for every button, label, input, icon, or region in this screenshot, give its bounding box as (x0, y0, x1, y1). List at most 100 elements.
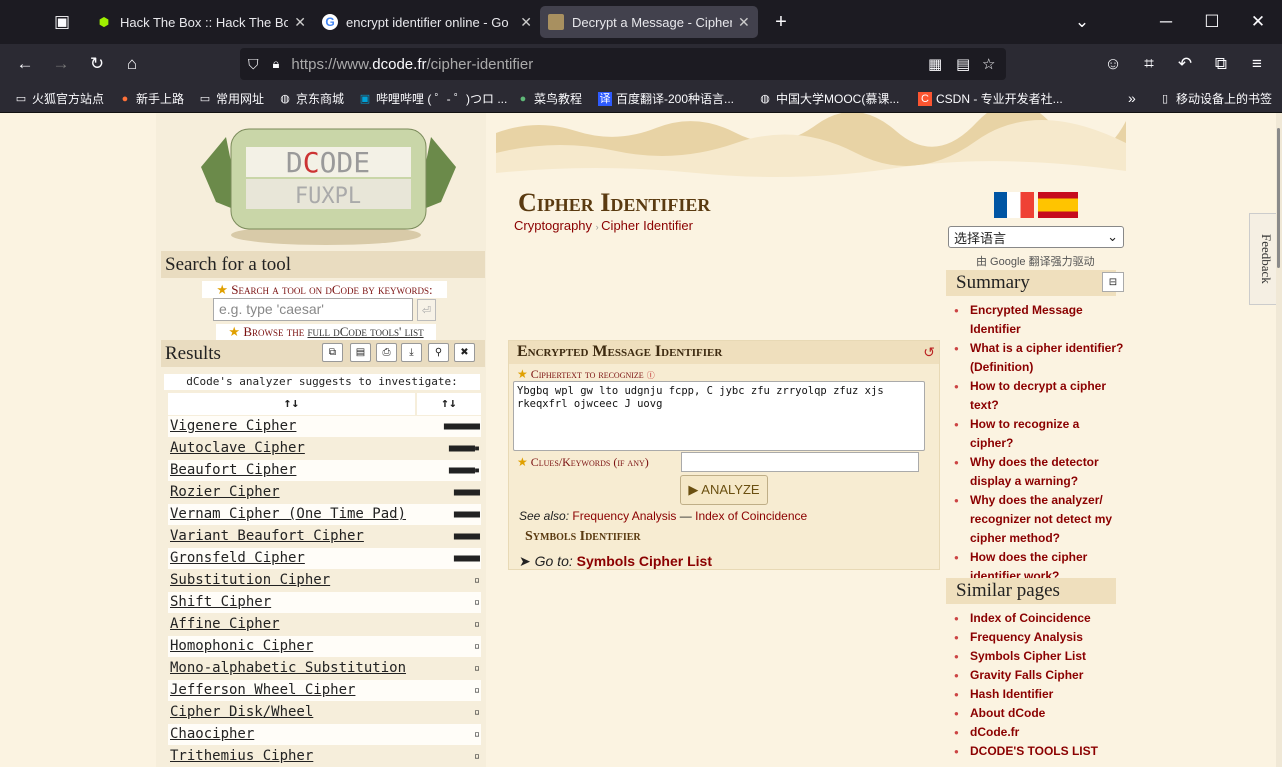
clues-input[interactable] (681, 452, 919, 472)
list-item[interactable]: What is a cipher identifier? (Definition… (954, 339, 1124, 377)
table-row[interactable]: Vigenere Cipher ■■■■■■■ (168, 415, 481, 438)
list-item[interactable]: How to recognize a cipher? (954, 415, 1124, 453)
table-row[interactable]: Shift Cipher ▫ (168, 591, 481, 614)
breadcrumb-cryptography[interactable]: Cryptography (514, 218, 592, 233)
list-item[interactable]: Encrypted Message Identifier (954, 301, 1124, 339)
home-icon[interactable]: ⌂ (118, 50, 146, 78)
tab-google[interactable]: G encrypt identifier online - Go ✕ (314, 6, 540, 38)
table-row[interactable]: Substitution Cipher ▫ (168, 569, 481, 592)
cipher-result-link[interactable]: Affine Cipher (168, 613, 416, 636)
extensions-icon[interactable]: ⧉ (1207, 50, 1235, 78)
cipher-result-link[interactable]: Jefferson Wheel Cipher (168, 679, 416, 702)
search-go-button[interactable]: ⏎ (417, 299, 436, 321)
breadcrumb-current[interactable]: Cipher Identifier (601, 218, 693, 233)
table-row[interactable]: Autoclave Cipher ■■■■■▪ (168, 437, 481, 460)
cipher-result-link[interactable]: Substitution Cipher (168, 569, 416, 592)
list-item[interactable]: Why does the analyzer/ recognizer not de… (954, 491, 1124, 548)
page-scrollbar[interactable] (1276, 113, 1282, 767)
undo-icon[interactable]: ↶ (1171, 50, 1199, 78)
bookmark-item[interactable]: C CSDN - 专业开发者社... (918, 90, 1063, 107)
cipher-result-link[interactable]: Autoclave Cipher (168, 437, 416, 460)
list-item[interactable]: DCODE'S TOOLS LIST (954, 742, 1124, 761)
language-select[interactable]: 选择语言 ⌄ (948, 226, 1124, 248)
table-row[interactable]: Jefferson Wheel Cipher ▫ (168, 679, 481, 702)
table-row[interactable]: Affine Cipher ▫ (168, 613, 481, 636)
close-icon[interactable]: ✕ (520, 14, 532, 31)
index-of-coincidence-link[interactable]: Index of Coincidence (695, 509, 807, 523)
bookmark-item[interactable]: ◍ 中国大学MOOC(慕课... (758, 90, 899, 107)
list-item[interactable]: Symbols Cipher List (954, 647, 1124, 666)
cipher-result-link[interactable]: Vigenere Cipher (168, 415, 416, 438)
cipher-result-link[interactable]: Shift Cipher (168, 591, 416, 614)
reload-icon[interactable]: ↻ (83, 50, 111, 78)
forward-icon[interactable]: → (47, 50, 75, 78)
cipher-result-link[interactable]: Cipher Disk/Wheel (168, 701, 416, 724)
tab-list-icon[interactable]: ⌄ (1068, 8, 1096, 36)
cipher-result-link[interactable]: Gronsfeld Cipher (168, 547, 416, 570)
maximize-icon[interactable]: ☐ (1198, 8, 1226, 36)
back-icon[interactable]: ← (11, 50, 39, 78)
bookmark-item[interactable]: ● 新手上路 (118, 90, 184, 107)
minimize-icon[interactable]: ─ (1152, 8, 1180, 36)
tab-dcode[interactable]: Decrypt a Message - Cipher I ✕ (540, 6, 758, 38)
table-row[interactable]: Vernam Cipher (One Time Pad) ■■■■■ (168, 503, 481, 526)
more-bookmarks-icon[interactable]: » (1128, 90, 1136, 106)
bookmark-item[interactable]: ▭ 常用网址 (198, 90, 264, 107)
table-row[interactable]: Rozier Cipher ■■■■■ (168, 481, 481, 504)
cipher-result-link[interactable]: Vernam Cipher (One Time Pad) (168, 503, 416, 526)
full-tools-list-link[interactable]: full dCode tools' list (307, 324, 423, 339)
bookmark-item[interactable]: 译百度翻译-200种语言... (598, 90, 734, 107)
cipher-result-link[interactable]: Variant Beaufort Cipher (168, 525, 416, 548)
symbols-cipher-list-link[interactable]: Symbols Cipher List (577, 553, 712, 569)
list-item[interactable]: How to decrypt a cipher text? (954, 377, 1124, 415)
table-row[interactable]: Cipher Disk/Wheel ▫ (168, 701, 481, 724)
avatar-icon[interactable]: ☺ (1099, 50, 1127, 78)
new-tab-icon[interactable]: + (767, 8, 795, 36)
list-item[interactable]: Gravity Falls Cipher (954, 666, 1124, 685)
sort-name-header[interactable]: ↑↓ (168, 393, 417, 416)
close-icon[interactable]: ✕ (294, 14, 306, 31)
bookmark-item[interactable]: ▯ 移动设备上的书签 (1158, 90, 1272, 107)
bookmark-item[interactable]: ● 菜鸟教程 (516, 90, 582, 107)
tab-hackthebox[interactable]: ⬢ Hack The Box :: Hack The Box ✕ (88, 6, 314, 38)
bookmark-item[interactable]: ▭ 火狐官方站点 (14, 90, 104, 107)
tab-overview-icon[interactable]: ▣ (48, 8, 76, 36)
table-row[interactable]: Homophonic Cipher ▫ (168, 635, 481, 658)
tool-search-input[interactable]: e.g. type 'caesar' (213, 298, 413, 321)
close-results-icon[interactable]: ✖ (454, 343, 475, 362)
copy-icon[interactable]: ⧉ (322, 343, 343, 362)
cipher-result-link[interactable]: Trithemius Cipher (168, 745, 416, 767)
cipher-result-link[interactable]: Chaocipher (168, 723, 416, 746)
table-row[interactable]: Beaufort Cipher ■■■■■▪ (168, 459, 481, 482)
ciphertext-textarea[interactable]: Ybgbq wpl gw lto udgnju fcpp, C jybc zfu… (513, 381, 925, 451)
cipher-result-link[interactable]: Rozier Cipher (168, 481, 416, 504)
sort-score-header[interactable]: ↑↓ (416, 393, 481, 416)
bookmark-item[interactable]: ▣ 哔哩哔哩 ( ゜- ゜)つロ ... (358, 90, 508, 107)
cipher-result-link[interactable]: Beaufort Cipher (168, 459, 416, 482)
list-item[interactable]: About dCode (954, 704, 1124, 723)
reset-icon[interactable]: ↺ (923, 344, 935, 361)
cipher-result-link[interactable]: Homophonic Cipher (168, 635, 416, 658)
shield-icon[interactable]: ⛉ (248, 56, 259, 73)
url-bar[interactable]: ⛉ 🔒︎ https://www. dcode.fr/cipher-identif… (240, 48, 1006, 80)
download-icon[interactable]: ⤓ (401, 343, 422, 362)
menu-icon[interactable]: ≡ (1243, 50, 1271, 78)
cipher-result-link[interactable]: Mono-alphabetic Substitution (168, 657, 416, 680)
help-icon[interactable]: ⓘ (647, 369, 655, 381)
analyze-button[interactable]: ▶ ANALYZE (680, 475, 768, 505)
window-close-icon[interactable]: ✕ (1244, 8, 1272, 36)
pin-icon[interactable]: ⚲ (428, 343, 449, 362)
table-row[interactable]: Variant Beaufort Cipher ■■■■■ (168, 525, 481, 548)
collapse-button[interactable]: ⊟ (1102, 272, 1124, 292)
bookmark-item[interactable]: ◍ 京东商城 (278, 90, 344, 107)
list-item[interactable]: Frequency Analysis (954, 628, 1124, 647)
list-item[interactable]: Index of Coincidence (954, 609, 1124, 628)
french-flag-icon[interactable] (994, 192, 1034, 218)
scrollbar-thumb[interactable] (1277, 128, 1280, 268)
list-item[interactable]: dCode.fr (954, 723, 1124, 742)
crop-icon[interactable]: ⌗ (1135, 50, 1163, 78)
reader-icon[interactable]: ▤ (956, 55, 970, 73)
print-icon[interactable]: ⎙ (376, 343, 397, 362)
table-row[interactable]: Trithemius Cipher ▫ (168, 745, 481, 767)
frequency-analysis-link[interactable]: Frequency Analysis (572, 509, 676, 523)
